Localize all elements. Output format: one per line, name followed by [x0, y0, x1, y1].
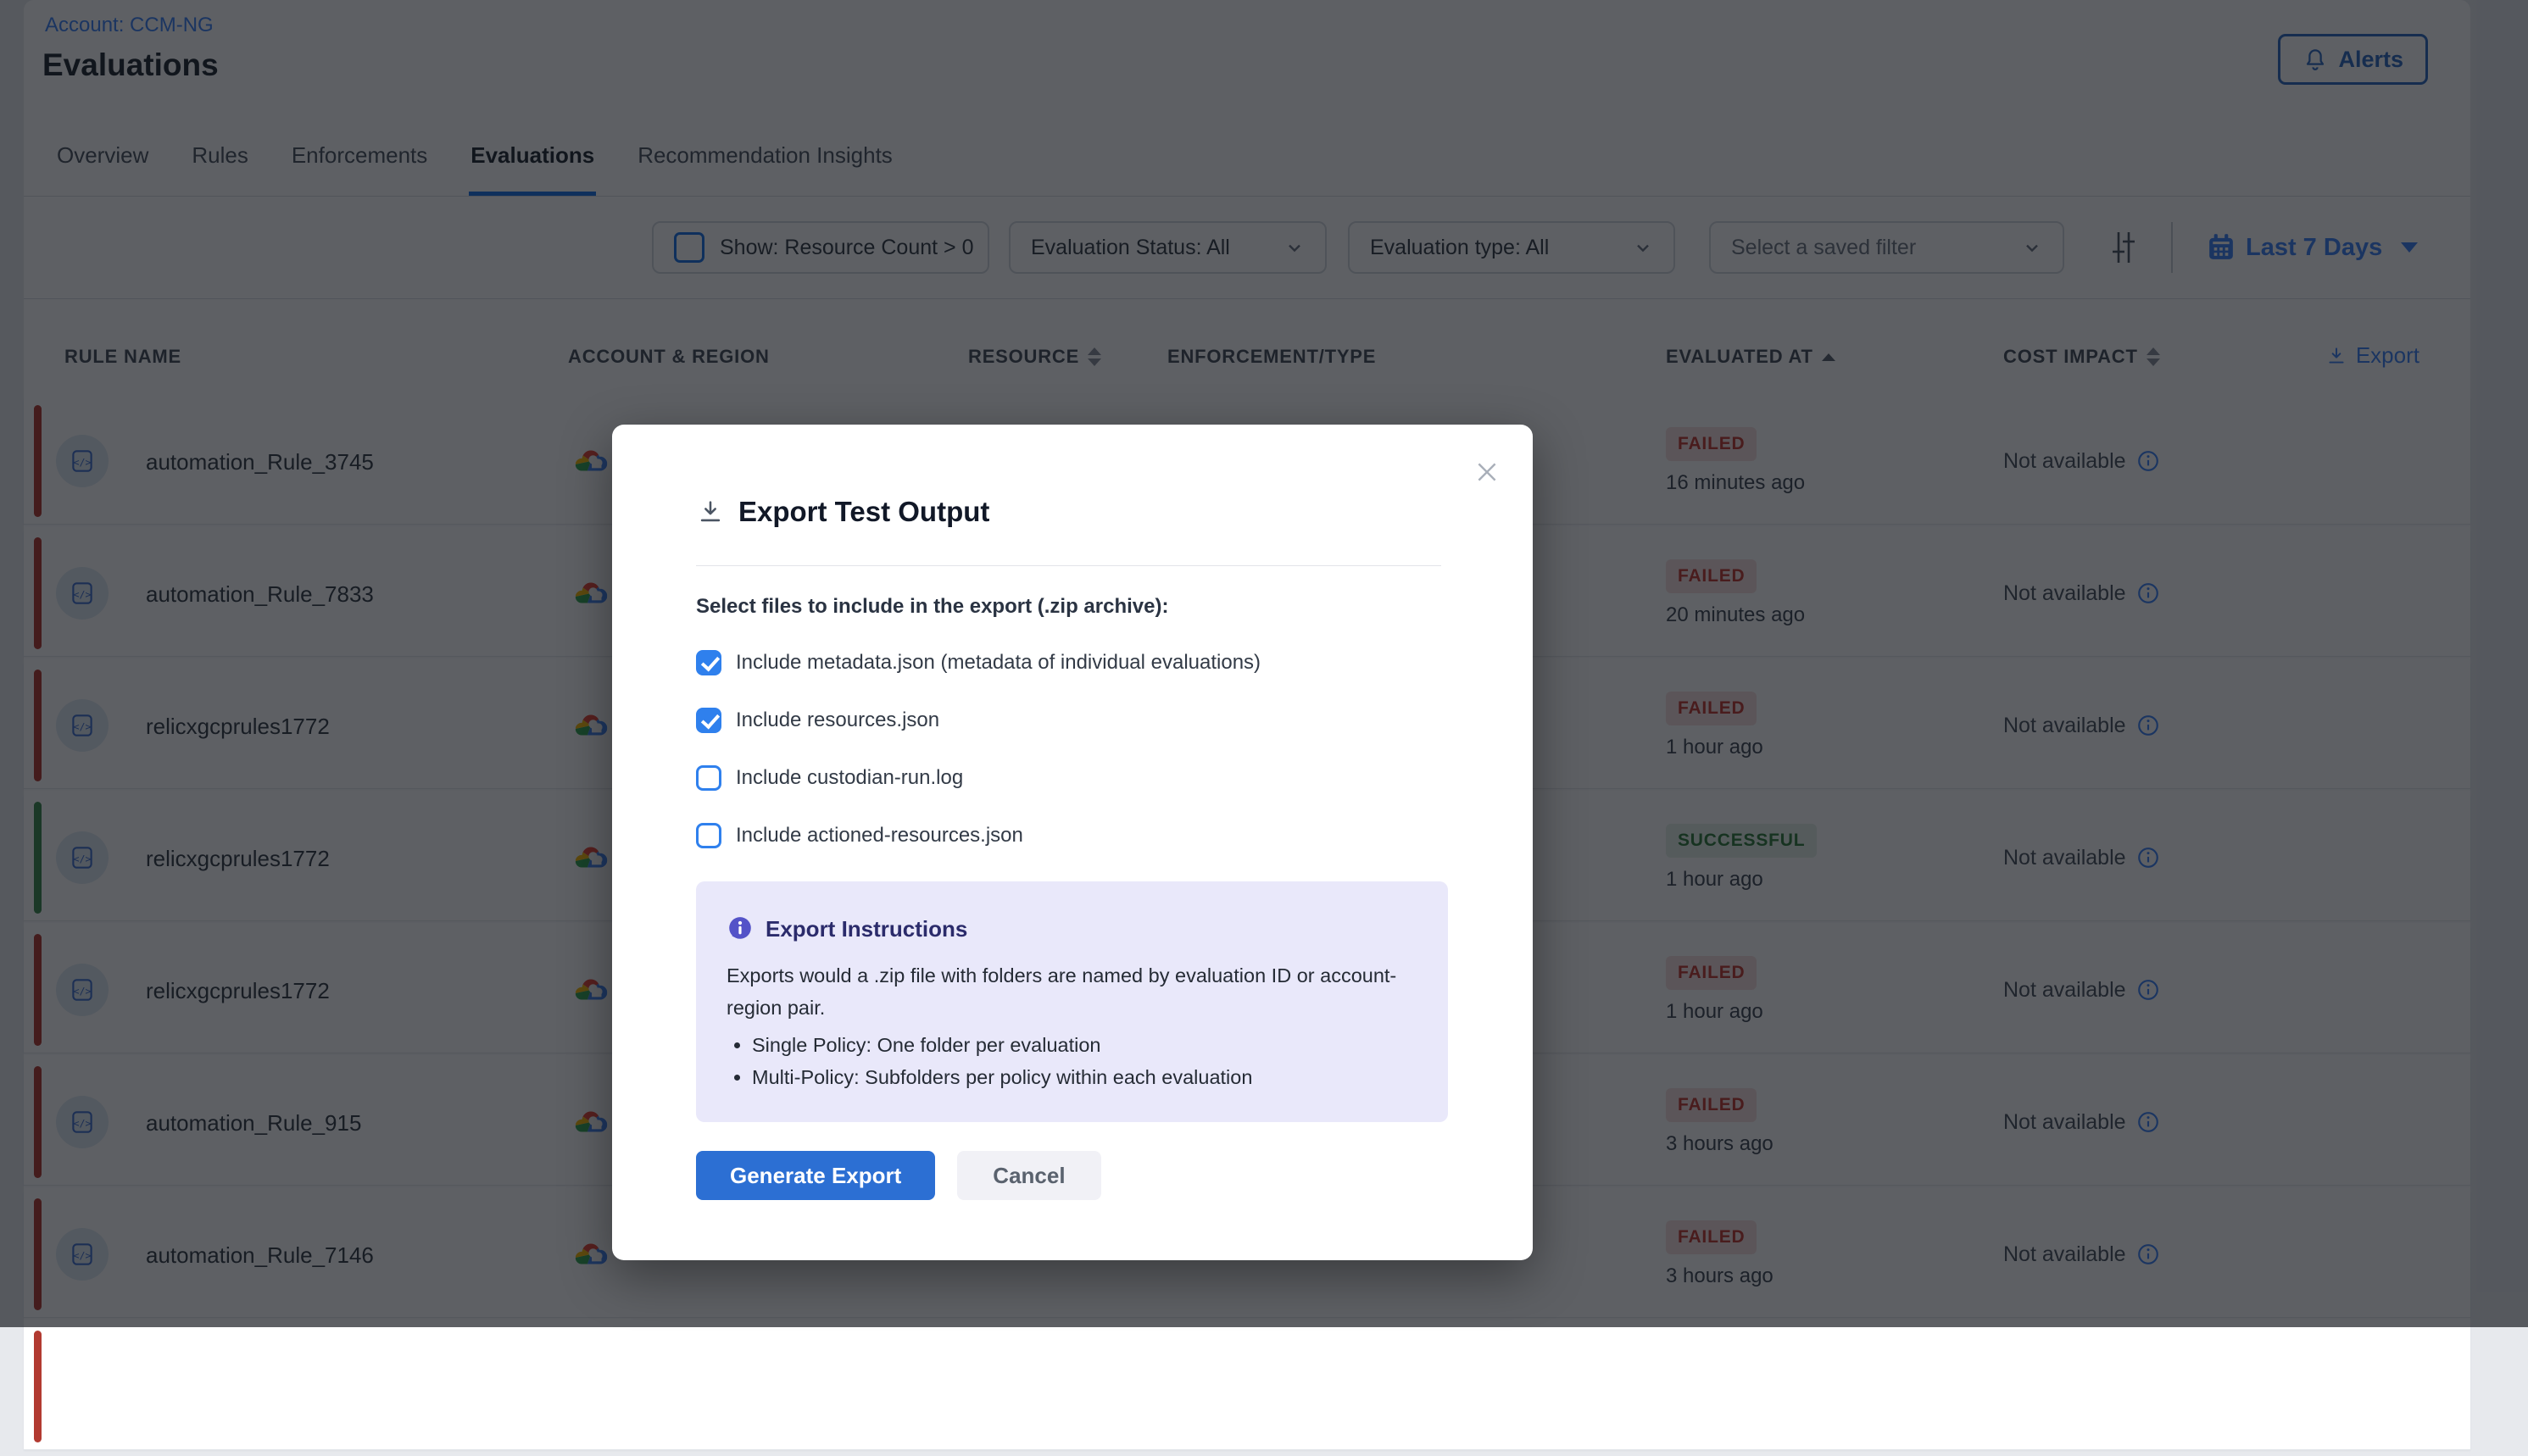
generate-export-button[interactable]: Generate Export: [696, 1151, 935, 1200]
divider: [696, 565, 1441, 566]
export-option[interactable]: Include actioned-resources.json: [696, 814, 1441, 858]
export-option[interactable]: Include resources.json: [696, 698, 1441, 742]
export-options: Include metadata.json (metadata of indiv…: [696, 641, 1441, 858]
checkbox-unchecked[interactable]: [696, 765, 721, 791]
export-option-label: Include metadata.json (metadata of indiv…: [736, 651, 1261, 675]
instruction-bullet: Single Policy: One folder per evaluation: [752, 1029, 1419, 1061]
export-instructions-box: Export Instructions Exports would a .zip…: [696, 881, 1448, 1122]
instructions-title: Export Instructions: [766, 916, 967, 942]
checkbox-checked[interactable]: [696, 708, 721, 733]
info-bubble-icon: [727, 915, 754, 942]
table-row-partial[interactable]: [24, 1324, 2470, 1450]
download-icon: [696, 497, 725, 526]
modal-title: Export Test Output: [738, 496, 989, 528]
checkbox-unchecked[interactable]: [696, 823, 721, 848]
cancel-button[interactable]: Cancel: [957, 1151, 1100, 1200]
instruction-bullet: Multi-Policy: Subfolders per policy with…: [752, 1061, 1419, 1093]
status-stripe: [34, 1331, 42, 1442]
export-option-label: Include resources.json: [736, 709, 939, 732]
select-files-label: Select files to include in the export (.…: [696, 595, 1441, 619]
close-icon[interactable]: [1472, 457, 1502, 487]
export-option-label: Include actioned-resources.json: [736, 824, 1023, 847]
export-modal: Export Test Output Select files to inclu…: [612, 425, 1533, 1260]
checkbox-checked[interactable]: [696, 650, 721, 675]
instructions-body: Exports would a .zip file with folders a…: [727, 959, 1422, 1024]
export-option-label: Include custodian-run.log: [736, 766, 963, 790]
export-option[interactable]: Include custodian-run.log: [696, 756, 1441, 800]
instructions-bullets: Single Policy: One folder per evaluation…: [727, 1029, 1419, 1093]
export-option[interactable]: Include metadata.json (metadata of indiv…: [696, 641, 1441, 685]
